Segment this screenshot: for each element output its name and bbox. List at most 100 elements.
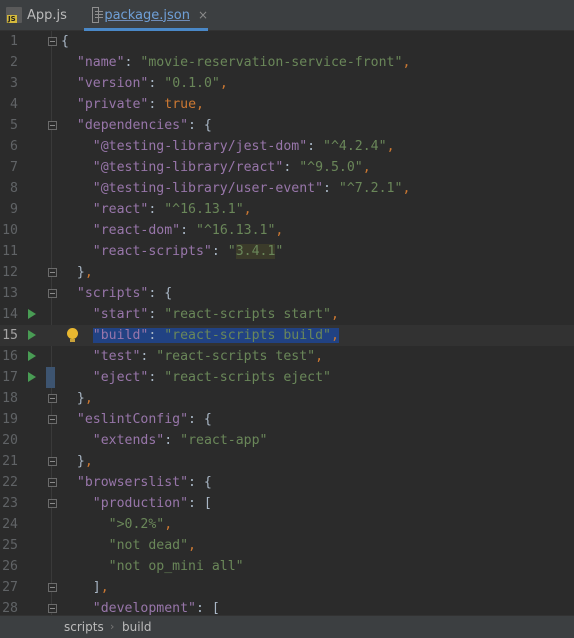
line-number: 9 [10, 202, 18, 217]
line-number: 26 [2, 559, 18, 574]
code-text: "react": "^16.13.1", [92, 202, 252, 217]
tab-label: App.js [27, 7, 67, 23]
code-text: ">0.2%", [108, 517, 173, 532]
breadcrumb-item-scripts[interactable]: scripts [64, 616, 104, 638]
code-line: 26 "not op_mini all" [0, 556, 574, 577]
code-text: "react-scripts": "3.4.1" [92, 244, 284, 259]
code-text: "@testing-library/user-event": "^7.2.1", [92, 181, 411, 196]
line-number: 15 [2, 328, 18, 343]
code-text: }, [76, 265, 93, 280]
line-number: 8 [10, 181, 18, 196]
code-text: "dependencies": { [76, 118, 212, 133]
code-text: }, [76, 391, 93, 406]
code-text: "version": "0.1.0", [76, 76, 228, 91]
run-script-icon[interactable] [28, 351, 36, 361]
tab-app-js[interactable]: App.js [6, 0, 86, 30]
js-file-icon [6, 7, 22, 23]
line-number: 20 [2, 433, 18, 448]
close-icon[interactable]: × [198, 8, 208, 22]
line-number: 12 [2, 265, 18, 280]
line-number: 6 [10, 139, 18, 154]
fold-icon[interactable] [48, 478, 57, 487]
fold-icon[interactable] [48, 37, 57, 46]
code-text: "production": [ [92, 496, 212, 511]
code-line: 18 }, [0, 388, 574, 409]
code-line: 19 "eslintConfig": { [0, 409, 574, 430]
run-script-icon[interactable] [28, 330, 36, 340]
fold-icon[interactable] [48, 289, 57, 298]
line-number: 11 [2, 244, 18, 259]
line-number: 19 [2, 412, 18, 427]
code-line: 11 "react-scripts": "3.4.1" [0, 241, 574, 262]
code-line: 1 { [0, 31, 574, 52]
line-number: 18 [2, 391, 18, 406]
code-text: ], [92, 580, 109, 595]
line-number: 2 [10, 55, 18, 70]
code-line: 23 "production": [ [0, 493, 574, 514]
version-highlight: 3.4.1 [235, 244, 276, 259]
fold-icon[interactable] [48, 415, 57, 424]
code-line: 14 "start": "react-scripts start", [0, 304, 574, 325]
line-number: 7 [10, 160, 18, 175]
code-text: "private": true, [76, 97, 204, 112]
code-text: }, [76, 454, 93, 469]
code-line-current: 15 "build": "react-scripts build", [0, 325, 574, 346]
code-line: 8 "@testing-library/user-event": "^7.2.1… [0, 178, 574, 199]
code-text: "scripts": { [76, 286, 173, 301]
code-line: 9 "react": "^16.13.1", [0, 199, 574, 220]
code-line: 21 }, [0, 451, 574, 472]
line-number: 3 [10, 76, 18, 91]
line-number: 28 [2, 601, 18, 615]
code-text: "browserslist": { [76, 475, 212, 490]
line-number: 13 [2, 286, 18, 301]
tab-package-json[interactable]: package.json × [84, 0, 208, 31]
fold-icon[interactable] [48, 121, 57, 130]
run-script-icon[interactable] [28, 372, 36, 382]
fold-icon[interactable] [48, 604, 57, 613]
editor-tab-bar: App.js package.json × [0, 0, 574, 31]
fold-icon[interactable] [48, 457, 57, 466]
line-number: 22 [2, 475, 18, 490]
code-text: "react-dom": "^16.13.1", [92, 223, 284, 238]
code-line: 6 "@testing-library/jest-dom": "^4.2.4", [0, 136, 574, 157]
code-text: "eslintConfig": { [76, 412, 212, 427]
code-line: 20 "extends": "react-app" [0, 430, 574, 451]
code-text: "@testing-library/jest-dom": "^4.2.4", [92, 139, 395, 154]
line-number: 24 [2, 517, 18, 532]
code-line: 7 "@testing-library/react": "^9.5.0", [0, 157, 574, 178]
code-text: "extends": "react-app" [92, 433, 268, 448]
code-editor[interactable]: 1 { 2 "name": "movie-reservation-service… [0, 31, 574, 615]
code-text: "build": "react-scripts build", [61, 325, 339, 346]
breadcrumb-separator: › [110, 620, 115, 633]
code-line: 24 ">0.2%", [0, 514, 574, 535]
code-line: 22 "browserslist": { [0, 472, 574, 493]
line-number: 27 [2, 580, 18, 595]
breadcrumb: scripts › build [0, 615, 574, 638]
code-text: "test": "react-scripts test", [92, 349, 324, 364]
code-line: 10 "react-dom": "^16.13.1", [0, 220, 574, 241]
line-number: 23 [2, 496, 18, 511]
fold-icon[interactable] [48, 394, 57, 403]
breadcrumb-item-build[interactable]: build [122, 616, 152, 638]
line-number: 14 [2, 307, 18, 322]
code-text: "not op_mini all" [108, 559, 244, 574]
line-number: 16 [2, 349, 18, 364]
line-number: 25 [2, 538, 18, 553]
code-line: 5 "dependencies": { [0, 115, 574, 136]
fold-icon[interactable] [48, 268, 57, 277]
code-line: 13 "scripts": { [0, 283, 574, 304]
fold-icon[interactable] [48, 499, 57, 508]
code-text: "eject": "react-scripts eject" [92, 370, 331, 385]
code-line: 27 ], [0, 577, 574, 598]
code-text: "not dead", [108, 538, 196, 553]
fold-icon[interactable] [48, 583, 57, 592]
line-number: 21 [2, 454, 18, 469]
line-number: 1 [10, 34, 18, 49]
code-text: "development": [ [92, 601, 220, 615]
run-script-icon[interactable] [28, 309, 36, 319]
code-line: 16 "test": "react-scripts test", [0, 346, 574, 367]
code-text: { [61, 34, 69, 49]
line-number: 17 [2, 370, 18, 385]
code-line: 28 "development": [ [0, 598, 574, 615]
code-text: "@testing-library/react": "^9.5.0", [92, 160, 371, 175]
